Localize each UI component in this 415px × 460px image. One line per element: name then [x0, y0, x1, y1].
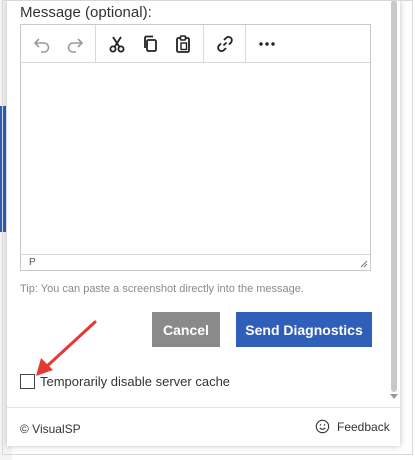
message-text-area[interactable] [21, 63, 370, 256]
toolbar-group-history [21, 25, 95, 63]
redo-icon [67, 37, 83, 53]
paste-button[interactable] [166, 29, 199, 59]
dialog-footer: © VisualSP Feedback [7, 407, 400, 446]
cancel-button[interactable]: Cancel [152, 312, 220, 347]
paste-tip: Tip: You can paste a screenshot directly… [20, 283, 304, 295]
toolbar-group-clipboard [95, 24, 203, 63]
feedback-label[interactable]: Feedback [337, 420, 390, 434]
cut-icon [109, 36, 124, 52]
copy-button[interactable] [133, 29, 166, 59]
undo-icon [33, 37, 49, 53]
annotation-arrow-icon [36, 320, 97, 376]
dialog-scrollbar[interactable] [390, 0, 398, 400]
undo-button[interactable] [25, 29, 58, 59]
link-button[interactable] [208, 29, 241, 59]
send-diagnostics-button[interactable]: Send Diagnostics [236, 312, 372, 347]
editor-toolbar [21, 24, 370, 63]
more-icon [258, 41, 275, 46]
copyright-text: © VisualSP [20, 422, 81, 436]
disable-cache-label[interactable]: Temporarily disable server cache [40, 374, 230, 389]
scroll-down-icon[interactable] [390, 394, 398, 399]
cut-button[interactable] [100, 29, 133, 59]
more-button[interactable] [250, 29, 283, 59]
element-path[interactable]: P [29, 257, 36, 268]
message-label: Message (optional): [20, 4, 152, 21]
paste-icon [175, 34, 190, 53]
copy-icon [143, 35, 157, 52]
scrollbar-thumb[interactable] [391, 0, 397, 392]
message-editor: P [20, 24, 371, 271]
toolbar-group-more [245, 24, 287, 63]
feedback-smile-icon [315, 419, 330, 434]
cache-option-row: Temporarily disable server cache [20, 374, 230, 389]
redo-button[interactable] [58, 29, 91, 59]
link-icon [216, 35, 233, 52]
feedback-link[interactable]: Feedback [315, 419, 390, 434]
toolbar-group-link [203, 24, 245, 63]
resize-handle-icon[interactable] [359, 259, 368, 268]
background-page-blue-block [0, 106, 6, 232]
diagnostics-dialog: Message (optional): P Tip: You can paste… [7, 0, 400, 446]
disable-cache-checkbox[interactable] [20, 374, 35, 389]
editor-status-bar: P [21, 254, 370, 270]
